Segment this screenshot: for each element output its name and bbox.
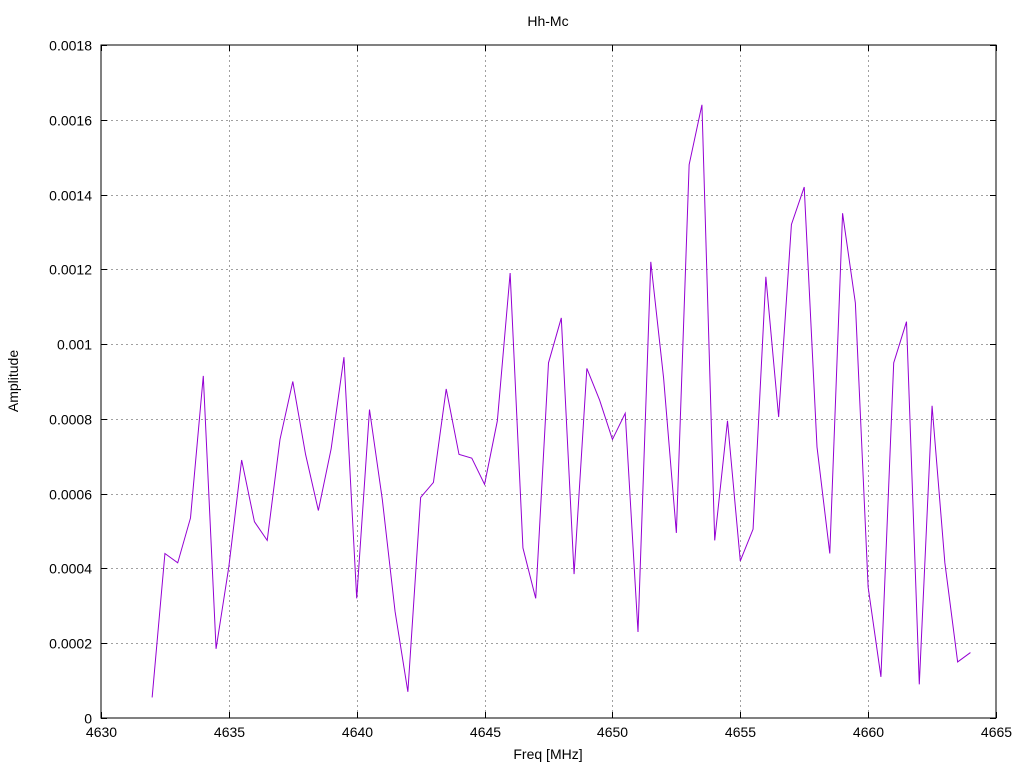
data-point: [791, 224, 792, 225]
data-point: [407, 691, 408, 692]
series-line: [151, 104, 971, 698]
y-tick-label: 0.0008: [49, 412, 92, 428]
data-point: [164, 553, 165, 554]
data-point: [650, 261, 651, 262]
data-point: [420, 497, 421, 498]
data-point: [522, 547, 523, 548]
data-point: [203, 375, 204, 376]
data-point: [893, 362, 894, 363]
y-tick-label: 0.0006: [49, 487, 92, 503]
data-point: [394, 611, 395, 612]
data-point: [343, 357, 344, 358]
data-point: [318, 510, 319, 511]
data-point: [816, 446, 817, 447]
data-point: [292, 381, 293, 382]
axis-ticks: 4630 4635 4640 4645 4650 4655 4660 466500.00020…: [49, 38, 1012, 741]
plot-area-border: [100, 44, 997, 719]
data-point: [637, 631, 638, 632]
y-tick-label: 0.001: [57, 337, 92, 353]
data-point: [279, 439, 280, 440]
data-point: [868, 587, 869, 588]
y-tick-label: 0.0004: [49, 561, 92, 577]
data-point: [599, 400, 600, 401]
data-point: [701, 104, 702, 105]
line-chart: 4630 4635 4640 4645 4650 4655 4660 466500.00020…: [5, 13, 1012, 762]
data-point: [906, 321, 907, 322]
data-point: [510, 272, 511, 273]
data-point: [663, 377, 664, 378]
data-point: [382, 499, 383, 500]
data-point: [215, 648, 216, 649]
data-point: [369, 409, 370, 410]
y-tick-label: 0.0014: [49, 188, 92, 204]
data-point: [152, 697, 153, 698]
data-point: [305, 454, 306, 455]
data-point: [944, 562, 945, 563]
data-point: [267, 540, 268, 541]
data-point: [752, 529, 753, 530]
y-tick-label: 0: [84, 711, 92, 727]
data-point: [625, 413, 626, 414]
y-tick-label: 0.0012: [49, 262, 92, 278]
data-point: [714, 540, 715, 541]
data-point: [254, 521, 255, 522]
data-point: [957, 661, 958, 662]
data-point: [177, 562, 178, 563]
data-point: [484, 484, 485, 485]
data-point: [241, 459, 242, 460]
data-point: [880, 676, 881, 677]
x-tick-label: 4655: [725, 724, 756, 740]
data-point: [931, 405, 932, 406]
y-tick-label: 0.0018: [49, 38, 92, 54]
data-point: [778, 416, 779, 417]
data-point: [842, 213, 843, 214]
data-point: [689, 164, 690, 165]
data-point: [433, 482, 434, 483]
x-tick-label: 4665: [981, 724, 1012, 740]
data-point: [804, 186, 805, 187]
grid: [101, 45, 996, 718]
data-point: [535, 598, 536, 599]
data-point: [356, 598, 357, 599]
data-point: [190, 517, 191, 518]
y-tick-label: 0.0016: [49, 113, 92, 129]
data-point: [740, 560, 741, 561]
data-point: [446, 388, 447, 389]
data-point: [548, 362, 549, 363]
data-point: [497, 420, 498, 421]
data-point: [612, 439, 613, 440]
data-point: [586, 368, 587, 369]
data-point: [676, 532, 677, 533]
x-tick-label: 4650: [597, 724, 628, 740]
data-point: [331, 448, 332, 449]
x-tick-label: 4660: [853, 724, 884, 740]
chart-container: 4630 4635 4640 4645 4650 4655 4660 4665 0 0.0002 0…: [0, 0, 1024, 768]
x-axis-title: Freq [MHz]: [513, 746, 582, 762]
x-tick-label: 4640: [342, 724, 373, 740]
data-point: [573, 573, 574, 574]
data-point: [970, 652, 971, 653]
data-point: [919, 684, 920, 685]
data-point: [471, 458, 472, 459]
x-tick-label: 4635: [214, 724, 245, 740]
data-point: [829, 553, 830, 554]
data-point: [458, 454, 459, 455]
y-tick-label: 0.0002: [49, 636, 92, 652]
chart-title: Hh-Mc: [527, 13, 568, 29]
data-point: [765, 276, 766, 277]
data-point: [727, 420, 728, 421]
data-point: [228, 566, 229, 567]
data-point: [855, 302, 856, 303]
data-point: [561, 317, 562, 318]
series-layer: [151, 104, 971, 698]
x-tick-label: 4645: [470, 724, 501, 740]
y-axis-title: Amplitude: [5, 350, 21, 412]
